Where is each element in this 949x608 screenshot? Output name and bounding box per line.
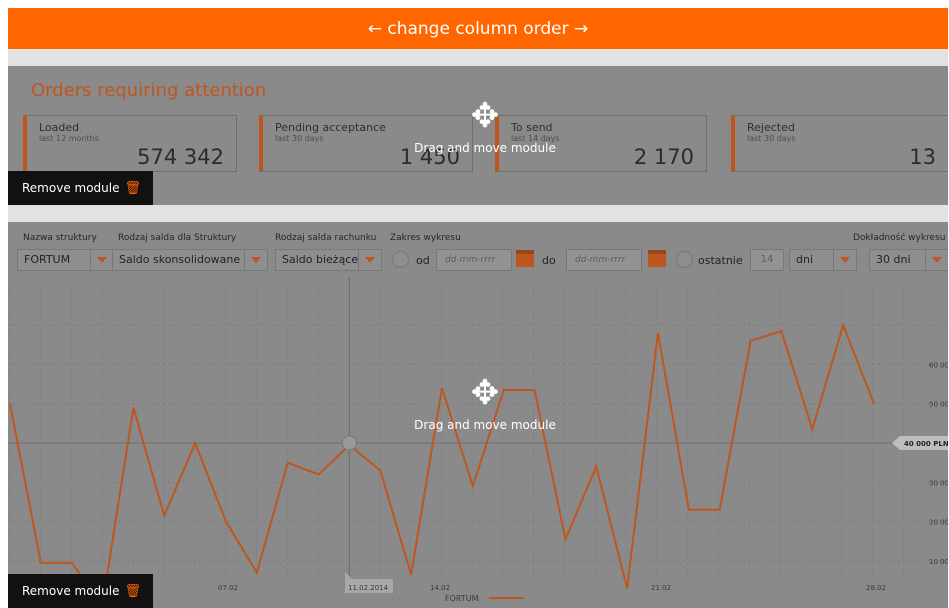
- structure-value: FORTUM: [24, 253, 71, 266]
- remove-module-label: Remove module: [22, 584, 120, 598]
- card-value: 13: [909, 145, 936, 169]
- from-label: od: [416, 254, 430, 267]
- chevron-down-icon: [90, 250, 113, 270]
- to-label: do: [542, 254, 556, 267]
- card-label: Loaded: [39, 121, 80, 134]
- x-tick-label: 14.02: [430, 584, 450, 592]
- card-label: Pending acceptance: [275, 121, 386, 134]
- structure-select[interactable]: FORTUM: [17, 249, 114, 271]
- date-from-input[interactable]: dd-mm-rrrr: [436, 249, 512, 271]
- structure-label: Nazwa struktury: [23, 233, 97, 243]
- card-period: last 30 days: [275, 134, 324, 143]
- trash-icon: 🗑: [124, 180, 141, 196]
- range-label: Zakres wykresu: [390, 233, 461, 243]
- y-tick-label: 20 000: [929, 519, 948, 527]
- y-tick-label: 30 000: [929, 479, 948, 487]
- last-label: ostatnie: [698, 254, 743, 267]
- balance-type-label: Rodzaj salda dla Struktury: [118, 233, 237, 243]
- calendar-icon[interactable]: [516, 248, 534, 268]
- chevron-down-icon: [925, 250, 948, 270]
- card-value: 2 170: [633, 145, 694, 169]
- x-tick-label: 11.02.2014: [348, 584, 389, 592]
- x-axis-labels: 01.0207.0211.02.201414.0221.0228.02: [30, 572, 886, 593]
- hover-point: [341, 435, 357, 451]
- move-arrows-icon: ✥: [470, 373, 500, 413]
- drag-handle[interactable]: ✥ Drag and move module: [405, 93, 565, 155]
- x-tick-label: 28.02: [866, 584, 886, 592]
- column-divider: [8, 205, 948, 222]
- calendar-icon[interactable]: [648, 248, 666, 268]
- balance-type-select[interactable]: Saldo skonsolidowane: [112, 249, 268, 271]
- card-period: last 12 months: [39, 134, 99, 143]
- unit-value: dni: [796, 253, 814, 266]
- precision-select[interactable]: 30 dni: [869, 249, 948, 271]
- range-last-radio[interactable]: [676, 251, 693, 268]
- remove-module-button[interactable]: Remove module 🗑: [8, 574, 153, 608]
- y-tick-label: 50 000: [929, 401, 948, 409]
- reference-value-badge: 40 000 PLN: [892, 436, 948, 450]
- card-label: Rejected: [747, 121, 795, 134]
- drag-label: Drag and move module: [414, 141, 556, 155]
- balance-chart-module[interactable]: Nazwa struktury FORTUM Rodzaj salda dla …: [8, 222, 948, 608]
- drag-handle[interactable]: ✥ Drag and move module: [405, 370, 565, 432]
- y-axis-labels: 60 000 50 000 30 000 20 000 10 000: [929, 361, 948, 565]
- trash-icon: 🗑: [124, 583, 141, 599]
- orders-module[interactable]: Orders requiring attention Loaded last 1…: [8, 66, 948, 205]
- reference-value-label: 40 000 PLN: [904, 440, 948, 448]
- remove-module-button[interactable]: Remove module 🗑: [8, 171, 153, 205]
- date-to-input[interactable]: dd-mm-rrrr: [566, 249, 642, 271]
- chart-legend: FORTUM: [445, 594, 524, 603]
- last-days-input[interactable]: 14: [750, 249, 784, 271]
- chart-grid: [8, 278, 948, 601]
- x-tick-label: 07.02: [218, 584, 238, 592]
- balance-type-value: Saldo skonsolidowane: [119, 253, 241, 266]
- card-loaded[interactable]: Loaded last 12 months 574 342: [23, 115, 237, 172]
- legend-label: FORTUM: [445, 594, 479, 603]
- move-arrows-icon: ✥: [470, 96, 500, 136]
- balance-line-chart[interactable]: 60 00050 00030 00020 00010 000 01.0207.0…: [8, 278, 948, 608]
- unit-select[interactable]: dni: [789, 249, 857, 271]
- precision-label: Dokładność wykresu: [853, 233, 946, 243]
- precision-value: 30 dni: [876, 253, 911, 266]
- account-balance-select[interactable]: Saldo bieżące: [275, 249, 382, 271]
- card-rejected[interactable]: Rejected last 30 days 13: [731, 115, 948, 172]
- card-period: last 30 days: [747, 134, 796, 143]
- account-balance-value: Saldo bieżące: [282, 253, 359, 266]
- y-tick-label: 10 000: [929, 558, 948, 566]
- orders-title: Orders requiring attention: [31, 80, 267, 101]
- chevron-down-icon: [244, 250, 267, 270]
- remove-module-label: Remove module: [22, 181, 120, 195]
- range-from-radio[interactable]: [392, 251, 409, 268]
- change-column-order-banner[interactable]: ← change column order →: [8, 8, 948, 49]
- y-tick-label: 60 000: [929, 361, 948, 369]
- card-value: 574 342: [137, 145, 224, 169]
- column-divider: [8, 49, 948, 66]
- account-balance-label: Rodzaj salda rachunku: [275, 233, 377, 243]
- drag-label: Drag and move module: [414, 418, 556, 432]
- series-line-fortum: [9, 322, 875, 607]
- x-tick-label: 21.02: [651, 584, 671, 592]
- chevron-down-icon: [833, 250, 856, 270]
- chevron-down-icon: [358, 250, 381, 270]
